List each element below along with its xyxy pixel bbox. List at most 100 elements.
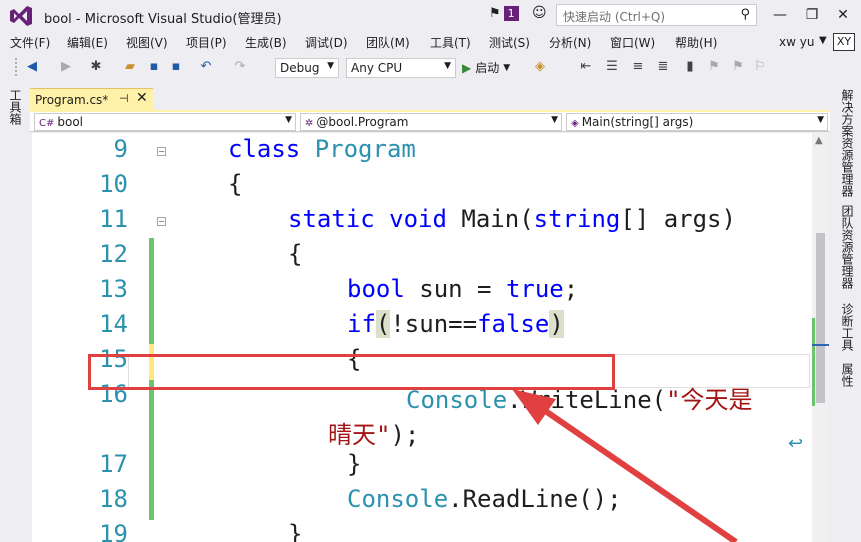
menu-analyze[interactable]: 分析(N) — [549, 34, 591, 51]
line-number: 14 — [99, 310, 128, 338]
quick-launch-placeholder: 快速启动 (Ctrl+Q) — [563, 10, 666, 24]
back-icon[interactable]: ◀ — [24, 59, 40, 75]
member-select[interactable]: ◈ Main(string[] args) ▼ — [566, 113, 828, 131]
save-all-icon[interactable]: ▪ — [168, 59, 184, 75]
line-number: 19 — [99, 520, 128, 542]
close-icon[interactable]: ✕ — [136, 90, 148, 106]
prev-bookmark-icon[interactable]: ⚑ — [706, 59, 722, 75]
scroll-thumb[interactable] — [816, 233, 825, 403]
line-number: 12 — [99, 240, 128, 268]
change-marker — [812, 318, 815, 406]
restore-button[interactable]: ❐ — [799, 3, 825, 27]
scroll-up-icon[interactable]: ▲ — [815, 135, 823, 146]
menu-window[interactable]: 窗口(W) — [610, 34, 655, 51]
save-icon[interactable]: ▪ — [146, 59, 162, 75]
forward-icon[interactable]: ▶ — [58, 59, 74, 75]
code-line-19: } — [288, 520, 303, 542]
quick-launch-input[interactable]: 快速启动 (Ctrl+Q) ⚲ — [556, 4, 757, 26]
feedback-icon[interactable]: ☺ — [532, 5, 547, 21]
chevron-down-icon: ▼ — [503, 62, 511, 73]
start-debugging-button[interactable]: ▶ 启动 ▼ — [462, 59, 510, 76]
left-tool-strip: 工具箱 — [0, 85, 27, 542]
solution-explorer-tab[interactable]: 解决方案资源管理器 — [839, 89, 856, 197]
configuration-select[interactable]: Debug ▼ — [275, 58, 339, 78]
vertical-scrollbar[interactable]: ▲ — [812, 133, 829, 542]
menu-tools[interactable]: 工具(T) — [430, 34, 471, 51]
document-tab-label: Program.cs* — [35, 93, 109, 107]
annotation-highlight-box — [88, 354, 615, 390]
document-tab[interactable]: Program.cs* ⊣ ✕ — [30, 88, 153, 110]
saved-change-bar — [149, 380, 154, 520]
comment-icon[interactable]: ≡ — [630, 59, 646, 75]
standard-toolbar: ◀ ▶ ✱ ▰ ▪ ▪ ↶ ↷ Debug ▼ Any CPU ▼ ▶ 启动 ▼… — [0, 54, 861, 81]
code-line-17: } — [347, 450, 362, 478]
right-tool-strip: 解决方案资源管理器 团队资源管理器 诊断工具 属性 — [833, 85, 861, 542]
navigation-bar: C# bool ▼ ✲ @bool.Program ▼ ◈ Main(string[]… — [30, 112, 830, 132]
menu-team[interactable]: 团队(M) — [366, 34, 410, 51]
code-line-10: { — [228, 170, 243, 198]
uncomment-icon[interactable]: ≣ — [655, 59, 671, 75]
code-editor[interactable]: − − 9 10 11 12 13 14 15 16 17 18 19 clas… — [32, 133, 812, 542]
next-bookmark-icon[interactable]: ⚑ — [730, 59, 746, 75]
chevron-down-icon[interactable]: ▼ — [819, 35, 827, 46]
search-icon: ⚲ — [740, 7, 750, 22]
close-button[interactable]: ✕ — [830, 3, 856, 27]
open-folder-icon[interactable]: ▰ — [122, 59, 138, 75]
configuration-value: Debug — [280, 61, 320, 75]
menu-file[interactable]: 文件(F) — [10, 34, 50, 51]
toolbar-grip[interactable] — [14, 57, 18, 77]
member-value: Main(string[] args) — [581, 115, 694, 129]
minimize-button[interactable]: — — [767, 3, 793, 27]
redo-icon[interactable]: ↷ — [232, 59, 248, 75]
project-value: bool — [57, 115, 84, 129]
platform-select[interactable]: Any CPU ▼ — [346, 58, 456, 78]
undo-icon[interactable]: ↶ — [198, 59, 214, 75]
avatar[interactable]: XY — [833, 33, 855, 51]
type-select[interactable]: ✲ @bool.Program ▼ — [300, 113, 562, 131]
notifications[interactable]: ⚑ 1 — [489, 6, 519, 21]
team-explorer-tab[interactable]: 团队资源管理器 — [839, 205, 856, 289]
chevron-down-icon: ▼ — [817, 115, 824, 125]
menu-project[interactable]: 项目(P) — [186, 34, 227, 51]
account-name[interactable]: xw yu — [779, 35, 814, 49]
code-line-11: static void Main(string[] args) — [288, 205, 736, 233]
menu-test[interactable]: 测试(S) — [489, 34, 530, 51]
menu-help[interactable]: 帮助(H) — [675, 34, 717, 51]
chevron-down-icon: ▼ — [551, 115, 558, 125]
chevron-down-icon: ▼ — [285, 115, 292, 125]
bookmark-icon[interactable]: ▮ — [682, 59, 698, 75]
code-line-12: { — [288, 240, 303, 268]
visual-studio-logo-icon — [10, 6, 32, 26]
bookmark-list-icon[interactable]: ☰ — [604, 59, 620, 75]
menu-build[interactable]: 生成(B) — [245, 34, 287, 51]
window-title: bool - Microsoft Visual Studio(管理员) — [44, 12, 282, 27]
line-number: 13 — [99, 275, 128, 303]
diagnostic-tools-tab[interactable]: 诊断工具 — [839, 303, 856, 351]
collapse-icon[interactable]: − — [157, 217, 166, 226]
title-bar: bool - Microsoft Visual Studio(管理员) ⚑ 1 … — [0, 0, 861, 31]
line-number: 17 — [99, 450, 128, 478]
project-select[interactable]: C# bool ▼ — [34, 113, 296, 131]
navigate-icon[interactable]: ⇤ — [578, 59, 594, 75]
code-line-16-wrapped: 晴天"); — [328, 421, 420, 449]
editor-area: Program.cs* ⊣ ✕ C# bool ▼ ✲ @bool.Program … — [30, 88, 830, 542]
collapse-icon[interactable]: − — [157, 147, 166, 156]
toolbox-tab[interactable]: 工具箱 — [7, 89, 24, 125]
chevron-down-icon: ▼ — [444, 61, 451, 71]
menu-bar: 文件(F) 编辑(E) 视图(V) 项目(P) 生成(B) 调试(D) 团队(M… — [0, 31, 861, 53]
browser-link-icon[interactable]: ◈ — [532, 59, 548, 75]
code-line-14: if(!sun==false) — [347, 310, 564, 338]
menu-view[interactable]: 视图(V) — [126, 34, 168, 51]
line-number: 18 — [99, 485, 128, 513]
properties-tab[interactable]: 属性 — [839, 363, 856, 387]
new-project-icon[interactable]: ✱ — [88, 59, 104, 75]
menu-edit[interactable]: 编辑(E) — [67, 34, 108, 51]
clear-bookmarks-icon[interactable]: ⚐ — [752, 59, 768, 75]
flag-icon: ⚑ — [489, 6, 501, 21]
start-label: 启动 — [475, 61, 500, 75]
line-number: 9 — [113, 135, 128, 163]
menu-debug[interactable]: 调试(D) — [305, 34, 348, 51]
saved-change-bar — [149, 238, 154, 344]
pin-icon[interactable]: ⊣ — [119, 92, 129, 105]
word-wrap-icon: ↩ — [788, 433, 804, 454]
